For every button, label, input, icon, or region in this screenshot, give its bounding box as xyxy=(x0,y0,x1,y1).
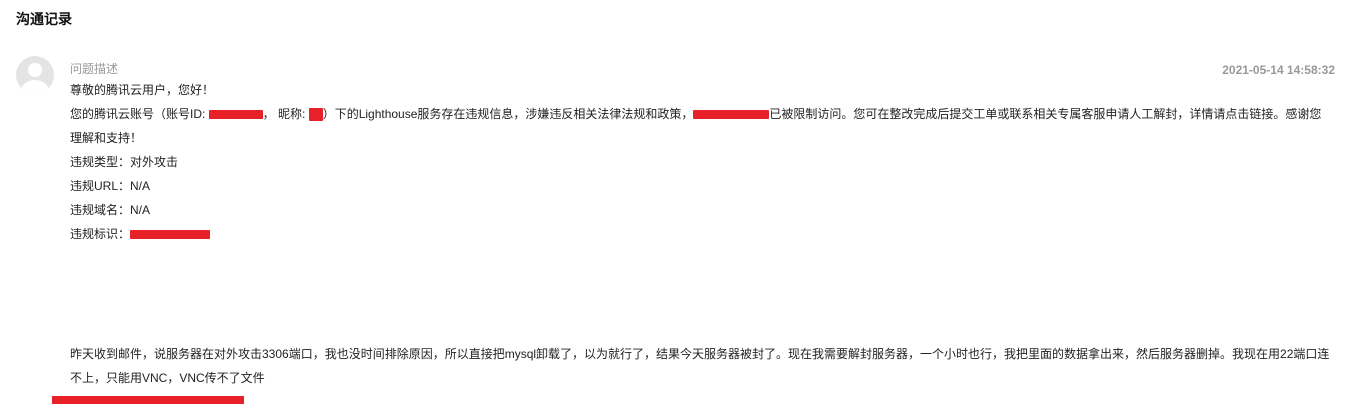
user-avatar xyxy=(16,56,54,94)
redacted-reply-line xyxy=(52,396,244,404)
message-label: 问题描述 xyxy=(70,62,119,76)
avatar-head-shape xyxy=(28,63,42,77)
section-title: 沟通记录 xyxy=(16,11,72,27)
notice-body: ）下的Lighthouse服务存在违规信息，涉嫌违反相关法律法规和政策， xyxy=(322,107,694,121)
notice-nickname-label: ， 昵称: xyxy=(262,107,309,121)
user-reply-text: 昨天收到邮件，说服务器在对外攻击3306端口，我也没时间排除原因，所以直接把my… xyxy=(70,347,1330,385)
violation-url: 违规URL：N/A xyxy=(70,179,151,193)
violation-id-label: 违规标识： xyxy=(70,227,131,241)
message-timestamp: 2021-05-14 14:58:32 xyxy=(1222,63,1335,77)
redacted-service-name xyxy=(693,110,770,120)
communication-record-page: { "section": { "title": "沟通记录" }, "messa… xyxy=(0,0,1350,419)
avatar-body-shape xyxy=(21,80,49,94)
violation-type: 违规类型：对外攻击 xyxy=(70,155,179,169)
redacted-nickname xyxy=(308,108,323,122)
notice-paragraph: 您的腾讯云账号（账号ID: ， 昵称: ）下的Lighthouse服务存在违规信… xyxy=(70,102,1332,150)
redacted-account-id xyxy=(208,110,263,120)
notice-prefix: 您的腾讯云账号（账号ID: xyxy=(70,107,209,121)
violation-id-row: 违规标识： xyxy=(70,222,211,246)
greeting-text: 尊敬的腾讯云用户，您好！ xyxy=(70,83,215,97)
violation-domain: 违规域名：N/A xyxy=(70,203,151,217)
redacted-violation-id xyxy=(130,230,211,240)
